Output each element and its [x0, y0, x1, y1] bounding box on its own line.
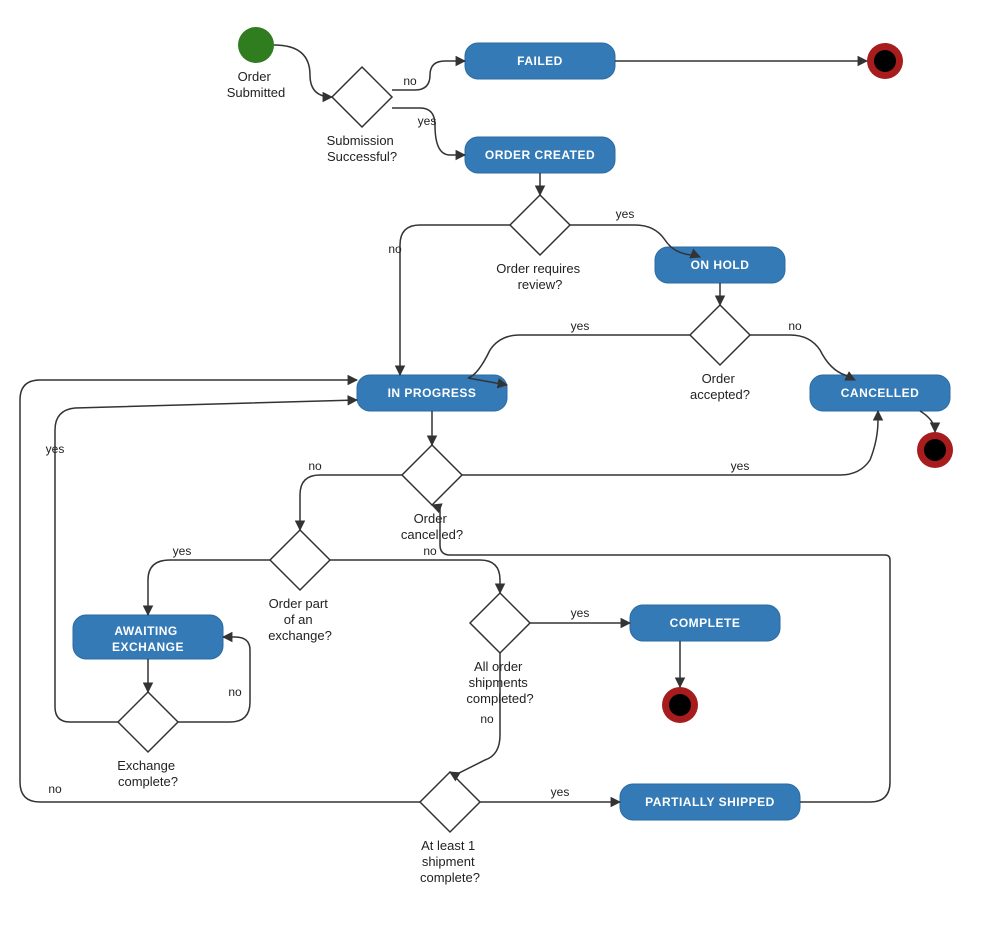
edge-d4-cancelled	[462, 411, 878, 475]
svg-text:PARTIALLY SHIPPED: PARTIALLY SHIPPED	[645, 795, 775, 809]
start-node	[238, 27, 274, 63]
edge-label-no: no	[228, 685, 242, 699]
end-node-cancelled	[917, 432, 953, 468]
edge-label-no: no	[388, 242, 402, 256]
edge-label-yes: yes	[571, 606, 590, 620]
edge-label-yes: yes	[173, 544, 192, 558]
svg-text:ORDER CREATED: ORDER CREATED	[485, 148, 595, 162]
edge-d5-awaitingexchange	[148, 560, 270, 615]
edge-label-no: no	[48, 782, 62, 796]
edge-label-yes: yes	[551, 785, 570, 799]
svg-text:Submission Successful?: Submission Successful?	[327, 133, 398, 164]
state-complete: COMPLETE	[630, 605, 780, 641]
edge-label-yes: yes	[46, 442, 65, 456]
svg-text:Order requires review?: Order requires review?	[496, 261, 583, 292]
svg-text:Order cancelled?: Order cancelled?	[401, 511, 463, 542]
end-node-complete	[662, 687, 698, 723]
state-order-created: ORDER CREATED	[465, 137, 615, 173]
edge-d4-d5	[300, 475, 402, 530]
edge-d2-inprogress	[400, 225, 510, 375]
edge-label-yes: yes	[571, 319, 590, 333]
edge-label-yes: yes	[418, 114, 437, 128]
state-cancelled: CANCELLED	[810, 375, 950, 411]
edge-label-no: no	[788, 319, 802, 333]
state-partially-shipped: PARTIALLY SHIPPED	[620, 784, 800, 820]
edge-label-yes: yes	[731, 459, 750, 473]
edge-label-no: no	[403, 74, 417, 88]
svg-text:Order accepted?: Order accepted?	[690, 371, 750, 402]
svg-text:ON HOLD: ON HOLD	[691, 258, 750, 272]
edge-d7-inprogress-loop	[20, 380, 420, 802]
state-awaiting-exchange: AWAITING EXCHANGE	[73, 615, 223, 659]
svg-text:COMPLETE: COMPLETE	[670, 616, 741, 630]
edge-label-no: no	[423, 544, 437, 558]
svg-text:CANCELLED: CANCELLED	[841, 386, 920, 400]
svg-text:Order part of an e: Order part of an exchange?	[268, 596, 332, 643]
decision-order-accepted: Order accepted?	[690, 305, 750, 402]
order-state-flowchart: Order Submitted Submission Successful? F…	[0, 0, 997, 945]
svg-text:IN PROGRESS: IN PROGRESS	[388, 386, 477, 400]
decision-exchange-complete: Exchange complete?	[117, 692, 178, 789]
svg-text:At least 1 shipment: At least 1 shipment complete?	[420, 838, 480, 885]
state-failed: FAILED	[465, 43, 615, 79]
end-node-failed	[867, 43, 903, 79]
state-on-hold: ON HOLD	[655, 247, 785, 283]
edge-d5-d6	[330, 560, 500, 593]
decision-requires-review: Order requires review?	[496, 195, 583, 292]
svg-text:FAILED: FAILED	[517, 54, 563, 68]
edge-label-no: no	[480, 712, 494, 726]
edge-d3-cancelled	[750, 335, 855, 380]
edge-cancelled-end	[920, 411, 935, 432]
edge-d2-onhold	[570, 225, 700, 257]
decision-part-of-exchange: Order part of an exchange?	[268, 530, 332, 643]
edge-label-no: no	[308, 459, 322, 473]
decision-at-least-one: At least 1 shipment complete?	[420, 772, 480, 885]
decision-order-cancelled: Order cancelled?	[401, 445, 463, 542]
start-label: Order Submitted	[227, 69, 286, 100]
decision-submission-successful: Submission Successful?	[327, 67, 398, 164]
edge-label-yes: yes	[616, 207, 635, 221]
svg-text:Exchange complete?: Exchange complete?	[117, 758, 178, 789]
